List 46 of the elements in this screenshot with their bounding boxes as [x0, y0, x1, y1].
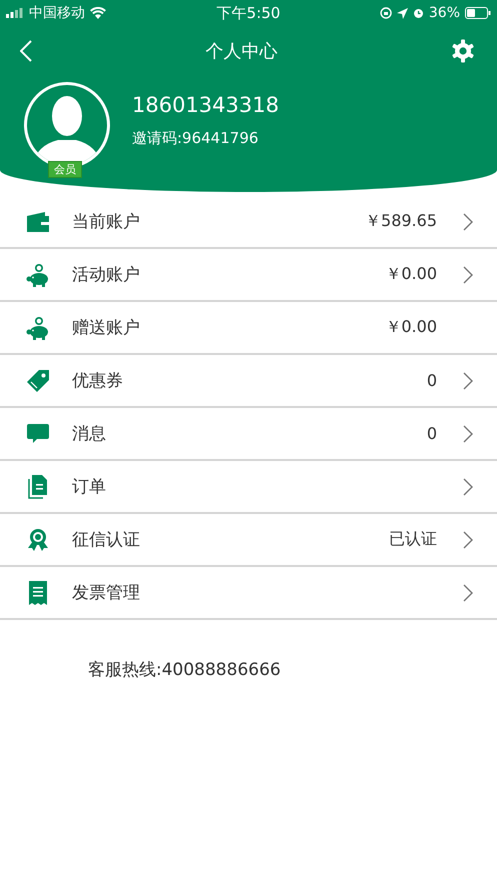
settings-icon[interactable] — [451, 39, 475, 63]
member-badge: 会员 — [48, 161, 82, 178]
menu-row[interactable]: 当前账户 ￥589.65 — [0, 196, 497, 249]
menu-row[interactable]: 发票管理 — [0, 567, 497, 620]
document-icon — [28, 474, 48, 498]
row-value: 已认证 — [389, 529, 437, 550]
row-label: 消息 — [72, 423, 107, 445]
wifi-icon — [90, 7, 106, 19]
row-label: 当前账户 — [72, 211, 141, 233]
row-label: 发票管理 — [72, 582, 141, 604]
rotation-lock-icon — [380, 7, 392, 19]
award-ribbon-icon — [26, 528, 50, 552]
page-title: 个人中心 — [206, 40, 278, 63]
hotline-text: 客服热线:40088886666 — [88, 659, 282, 681]
row-value: 0 — [426, 371, 437, 390]
carrier-name: 中国移动 — [29, 4, 85, 22]
row-label: 优惠券 — [72, 370, 124, 392]
status-time: 下午5:50 — [216, 4, 280, 22]
menu-row[interactable]: 订单 — [0, 461, 497, 514]
row-value: ￥589.65 — [365, 211, 437, 232]
row-label: 订单 — [72, 476, 107, 498]
chat-icon — [27, 424, 49, 444]
wallet-icon — [27, 212, 49, 232]
battery-percent: 36% — [428, 5, 460, 21]
row-value: ￥0.00 — [385, 317, 437, 338]
menu-row[interactable]: 消息 0 — [0, 408, 497, 461]
menu-row[interactable]: 赠送账户 ￥0.00 — [0, 302, 497, 355]
piggy-bank-icon — [26, 262, 50, 286]
menu-row[interactable]: 优惠券 0 — [0, 355, 497, 408]
row-label: 活动账户 — [72, 264, 141, 286]
back-icon[interactable] — [20, 40, 32, 62]
battery-icon — [465, 7, 491, 19]
menu-row[interactable]: 征信认证 已认证 — [0, 514, 497, 567]
location-icon — [396, 8, 408, 18]
piggy-bank-icon — [26, 316, 50, 340]
row-label: 赠送账户 — [72, 317, 141, 339]
invite-code: 邀请码:96441796 — [132, 128, 260, 148]
alarm-icon — [412, 7, 424, 19]
row-label: 征信认证 — [72, 529, 141, 551]
phone-number: 18601343318 — [132, 92, 279, 116]
row-value: 0 — [426, 424, 437, 443]
tag-icon — [26, 368, 50, 392]
row-value: ￥0.00 — [385, 264, 437, 285]
signal-icon — [6, 8, 24, 18]
menu-row[interactable]: 活动账户 ￥0.00 — [0, 249, 497, 302]
receipt-icon — [29, 580, 47, 604]
